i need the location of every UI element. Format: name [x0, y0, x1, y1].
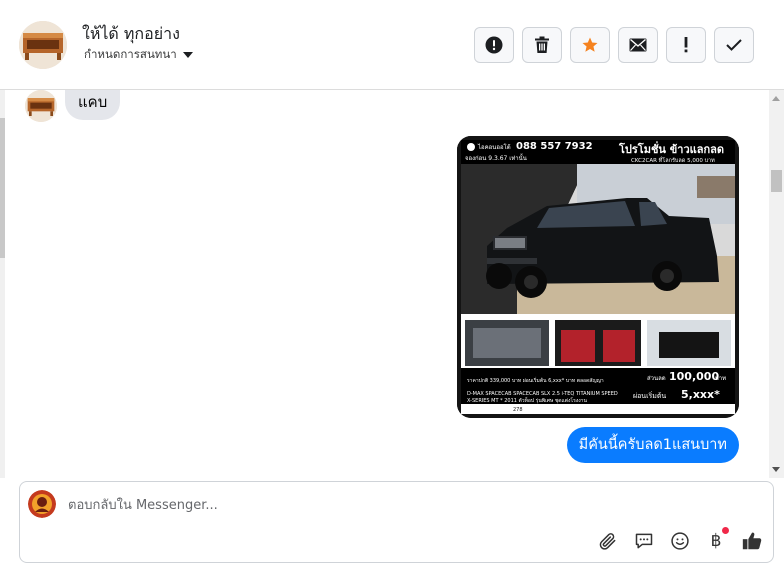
photo-installment-label: ผ่อนเริ่มต้น	[633, 391, 666, 400]
alert-circle-icon	[485, 36, 503, 54]
scroll-down-arrow-icon[interactable]	[772, 467, 780, 472]
thumbs-up-icon	[742, 532, 762, 550]
exclamation-icon	[684, 37, 688, 53]
delete-button[interactable]	[522, 27, 562, 63]
photo-brand: ไอคอนออโต้	[477, 143, 511, 151]
photo-phone: 088 557 7932	[516, 141, 593, 152]
important-button[interactable]	[666, 27, 706, 63]
reply-composer: ฿	[19, 481, 774, 563]
photo-installment-value: 5,xxx*	[681, 388, 720, 401]
contact-name[interactable]: ให้ได้ ทุกอย่าง	[82, 22, 180, 47]
photo-code: 278	[513, 407, 523, 413]
outgoing-message[interactable]: มีคันนี้ครับลด1แสนบาท	[566, 427, 739, 463]
composer-actions: ฿	[597, 527, 763, 552]
done-button[interactable]	[714, 27, 754, 63]
conversation-settings-label: กำหนดการสนทนา	[84, 47, 177, 61]
photo-message[interactable]: ไอคอนออโต้ 088 557 7932 จองก่อน 9.3.67 เ…	[457, 136, 739, 418]
baht-icon: ฿	[710, 531, 722, 551]
photo-subheadline: CKC2CAR ที่โลกรับลด 5,000 บาท	[631, 156, 715, 164]
scroll-up-arrow-icon[interactable]	[772, 96, 780, 101]
star-button[interactable]	[570, 27, 610, 63]
page-avatar	[28, 490, 56, 518]
scrollbar-thumb[interactable]	[771, 170, 782, 192]
report-button[interactable]	[474, 27, 514, 63]
photo-model-line1: D-MAX SPACECAB SPACECAB SLX 2.5 i-TEQ TI…	[467, 391, 618, 397]
car-promo-image: ไอคอนออโต้ 088 557 7932 จองก่อน 9.3.67 เ…	[457, 136, 739, 418]
messenger-window: ให้ได้ ทุกอย่าง กำหนดการสนทนา แคบ ไอคอนอ…	[0, 0, 784, 567]
notification-dot	[722, 527, 729, 534]
conversation-header: ให้ได้ ทุกอย่าง กำหนดการสนทนา	[0, 0, 784, 90]
checkmark-icon	[726, 39, 742, 51]
caret-down-icon	[182, 52, 193, 58]
message-thread: แคบ ไอคอนออโต้ 088 557 7932 จองก่อน 9.3.…	[5, 90, 769, 478]
photo-discount-unit: บาท	[715, 375, 726, 382]
emoji-button[interactable]	[669, 530, 691, 552]
photo-discount-label: ส่วนลด	[647, 375, 666, 382]
incoming-message[interactable]: แคบ	[65, 90, 121, 120]
photo-headline: โปรโมชั่น ข้าวแลกลด	[618, 141, 724, 156]
action-toolbar	[474, 27, 754, 63]
saved-replies-button[interactable]	[633, 530, 655, 552]
sender-avatar[interactable]	[25, 90, 57, 122]
photo-price-line: ราคาปกติ 339,000 บาท ผ่อนเริ่มต้น 6,xxx*…	[467, 377, 604, 384]
trash-icon	[535, 36, 549, 53]
thread-scrollbar[interactable]	[769, 90, 784, 478]
paperclip-icon	[599, 533, 616, 550]
like-button[interactable]	[741, 530, 763, 552]
envelope-icon	[629, 38, 647, 52]
attach-button[interactable]	[597, 530, 619, 552]
comment-icon	[635, 533, 653, 549]
photo-model-line2: X-SERIES MT * 2011 ตัวท็อป รุ่นพิเศษ ชุด…	[467, 396, 587, 404]
payment-button[interactable]: ฿	[705, 527, 729, 552]
mail-button[interactable]	[618, 27, 658, 63]
reply-input[interactable]	[68, 494, 588, 516]
emoji-icon	[671, 532, 689, 550]
conversation-settings-dropdown[interactable]: กำหนดการสนทนา	[84, 46, 193, 64]
star-icon	[582, 37, 598, 52]
photo-discount-value: 100,000	[669, 370, 719, 383]
contact-avatar[interactable]	[19, 21, 67, 69]
